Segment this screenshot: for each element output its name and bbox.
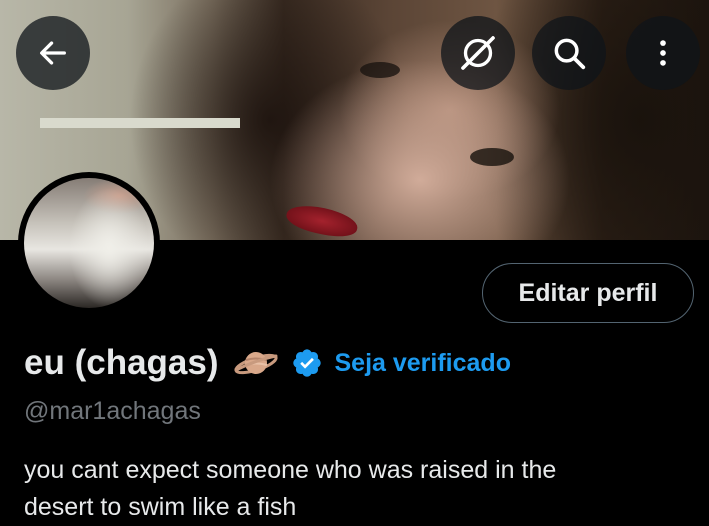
avatar[interactable] — [18, 172, 160, 314]
grok-icon — [461, 36, 495, 70]
banner-lips — [284, 200, 360, 240]
name-row: eu (chagas) Seja verificado — [24, 338, 511, 388]
grok-button[interactable] — [441, 16, 515, 90]
avatar-image — [24, 178, 154, 308]
more-vertical-icon — [660, 40, 666, 66]
bio-line: you cant expect someone who was raised i… — [24, 456, 557, 484]
get-verified-link[interactable]: Seja verificado — [335, 349, 511, 378]
ringed-planet-icon — [233, 352, 278, 375]
back-button[interactable] — [16, 16, 90, 90]
banner-background-shelf — [40, 118, 240, 128]
verified-badge-icon[interactable] — [291, 347, 323, 379]
banner-eye — [360, 62, 400, 78]
profile-bio: you cant expect someone who was raised i… — [24, 452, 684, 526]
more-options-button[interactable] — [626, 16, 700, 90]
bio-line: desert to swim like a fish — [24, 493, 297, 521]
edit-profile-button[interactable]: Editar perfil — [482, 263, 694, 323]
display-name: eu (chagas) — [24, 343, 219, 382]
arrow-left-icon — [40, 41, 66, 65]
user-handle: @mar1achagas — [24, 397, 201, 425]
banner-eye — [470, 148, 514, 166]
search-button[interactable] — [532, 16, 606, 90]
search-icon — [554, 38, 586, 70]
